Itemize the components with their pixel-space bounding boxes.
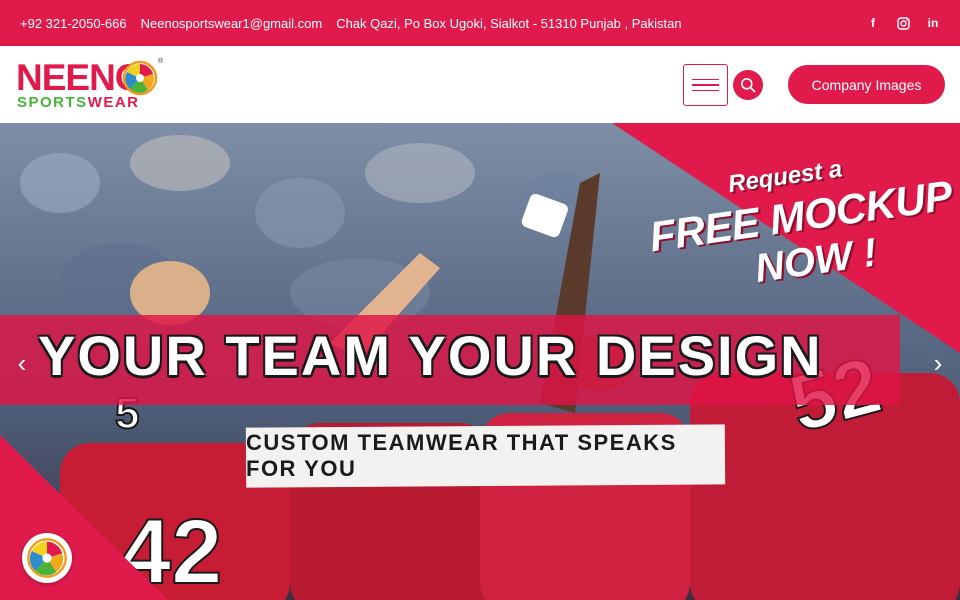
site-logo[interactable]: NEENO ® SPORTSWEAR bbox=[16, 58, 166, 112]
registered-mark: ® bbox=[158, 58, 164, 65]
search-icon bbox=[741, 78, 756, 93]
logo-ball-icon bbox=[122, 60, 158, 96]
social-links: f in bbox=[866, 16, 940, 30]
facebook-icon[interactable]: f bbox=[866, 16, 880, 30]
hamburger-line bbox=[692, 84, 719, 86]
logo-tagline-wear: WEAR bbox=[87, 94, 140, 111]
hero-slider: 42 52 5 YOUR TEAM YOUR DESIGN CUSTOM TEA… bbox=[0, 123, 960, 600]
site-header: NEENO ® SPORTSWEAR Company Images bbox=[0, 46, 960, 123]
floating-logo-button[interactable] bbox=[22, 533, 72, 583]
top-contact-bar: +92 321-2050-666 Neenosportswear1@gmail.… bbox=[0, 0, 960, 46]
hero-title: YOUR TEAM YOUR DESIGN bbox=[38, 324, 823, 387]
hero-subtitle: CUSTOM TEAMWEAR THAT SPEAKS FOR YOU bbox=[246, 430, 677, 481]
logo-tagline-sports: SPORTS bbox=[17, 94, 88, 111]
slider-next-arrow-icon[interactable]: › bbox=[928, 350, 948, 376]
logo-ball-icon bbox=[27, 538, 67, 578]
hamburger-line bbox=[692, 78, 719, 81]
hamburger-menu-button[interactable] bbox=[683, 64, 728, 106]
logo-tagline: SPORTSWEAR bbox=[17, 95, 140, 111]
linkedin-icon[interactable]: in bbox=[926, 16, 940, 30]
slider-prev-arrow-icon[interactable]: ‹ bbox=[12, 350, 32, 376]
instagram-icon[interactable] bbox=[896, 16, 910, 30]
email-address[interactable]: Neenosportswear1@gmail.com bbox=[141, 16, 323, 31]
company-images-button[interactable]: Company Images bbox=[788, 65, 945, 104]
address-text: Chak Qazi, Po Box Ugoki, Sialkot - 51310… bbox=[336, 15, 682, 31]
contact-info: +92 321-2050-666 Neenosportswear1@gmail.… bbox=[20, 16, 682, 31]
phone-number[interactable]: +92 321-2050-666 bbox=[20, 16, 127, 31]
search-button[interactable] bbox=[733, 70, 763, 100]
hamburger-line bbox=[692, 89, 719, 92]
